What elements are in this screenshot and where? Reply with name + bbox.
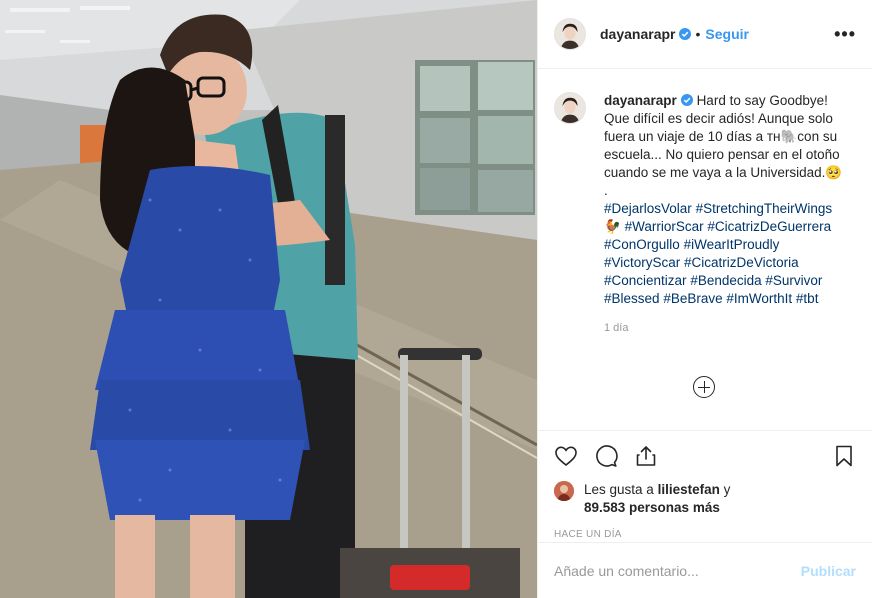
post-sidebar: dayanarapr • Seguir ••• dayanarapr Hard … [537,0,872,598]
post-date: HACE UN DÍA [554,529,622,540]
hashtag-link[interactable]: #iWearItProudly [684,237,780,252]
instagram-post: dayanarapr • Seguir ••• dayanarapr Hard … [0,0,872,598]
heart-icon[interactable] [554,444,578,468]
photo-illustration [0,0,537,598]
hashtag-link[interactable]: #CicatrizDeGuerrera [707,219,831,234]
liker-avatar-image [554,481,574,501]
likes-joiner: y [723,482,731,497]
action-bar [554,431,856,481]
more-options-icon[interactable]: ••• [834,25,856,43]
comment-input[interactable] [554,562,801,579]
caption-avatar[interactable] [554,92,586,124]
likes-prefix: Les gusta a [584,482,654,497]
likes-text: Les gusta a liliestefan y 89.583 persona… [584,481,730,517]
hashtag-line: 🐓 #WarriorScar #CicatrizDeGuerrera [604,218,850,236]
caption-row: dayanarapr Hard to say Goodbye! Que difí… [554,92,856,308]
caption-period: . [604,183,608,198]
hashtag-link[interactable]: #Concientizar [604,273,687,288]
hashtag-link[interactable]: #ImWorthIt [726,291,792,306]
hashtag-link[interactable]: #BeBrave [663,291,722,306]
post-caption: dayanarapr Hard to say Goodbye! Que difí… [604,92,850,308]
likes-count[interactable]: 89.583 personas más [584,500,720,515]
hashtag-line: #Blessed #BeBrave #ImWorthIt #tbt [604,290,850,308]
hashtag-line: #VictoryScar #CicatrizDeVictoria [604,254,850,272]
hashtag-line: #Concientizar #Bendecida #Survivor [604,272,850,290]
username-link[interactable]: dayanarapr [600,26,675,42]
hashtag-link[interactable]: #StretchingTheirWings [696,201,833,216]
hashtag-link[interactable]: #Bendecida [690,273,761,288]
comments-section: dayanarapr Hard to say Goodbye! Que difí… [538,70,872,430]
bookmark-icon[interactable] [832,444,856,468]
hashtag-link[interactable]: #CicatrizDeVictoria [684,255,799,270]
likes-summary: Les gusta a liliestefan y 89.583 persona… [554,481,856,517]
hashtag-line: #ConOrgullo #iWearItProudly [604,236,850,254]
hashtag-link[interactable]: #DejarlosVolar [604,201,692,216]
hashtag-link[interactable]: #tbt [796,291,819,306]
profile-avatar[interactable] [554,18,586,50]
post-photo[interactable] [0,0,537,598]
verified-badge-icon [680,94,693,106]
add-comment-bar: Publicar [538,542,872,598]
avatar-image [555,19,585,49]
follow-button[interactable]: Seguir [705,26,749,42]
post-header: dayanarapr • Seguir ••• [538,0,872,69]
liker-avatar[interactable] [554,481,574,501]
hashtag-link[interactable]: #Blessed [604,291,660,306]
verified-badge-icon [679,28,692,40]
caption-username[interactable]: dayanarapr [604,93,677,108]
hashtag-link[interactable]: #ConOrgullo [604,237,680,252]
hashtag-block: #DejarlosVolar #StretchingTheirWings 🐓 #W… [604,200,850,308]
hashtag-link[interactable]: #VictoryScar [604,255,680,270]
emoji: 🐓 [604,219,621,234]
hashtag-link[interactable]: #WarriorScar [625,219,704,234]
actions-area: Les gusta a liliestefan y 89.583 persona… [538,430,872,542]
publish-button[interactable]: Publicar [801,563,856,579]
comment-icon[interactable] [594,444,618,468]
plus-circle-icon[interactable] [693,376,715,398]
hashtag-line: #DejarlosVolar #StretchingTheirWings [604,200,850,218]
hashtag-link[interactable]: #Survivor [765,273,822,288]
caption-timestamp: 1 día [604,322,629,334]
liker-username[interactable]: liliestefan [658,482,720,497]
avatar-image [555,93,585,123]
separator-dot: • [695,26,701,42]
share-icon[interactable] [634,444,658,468]
